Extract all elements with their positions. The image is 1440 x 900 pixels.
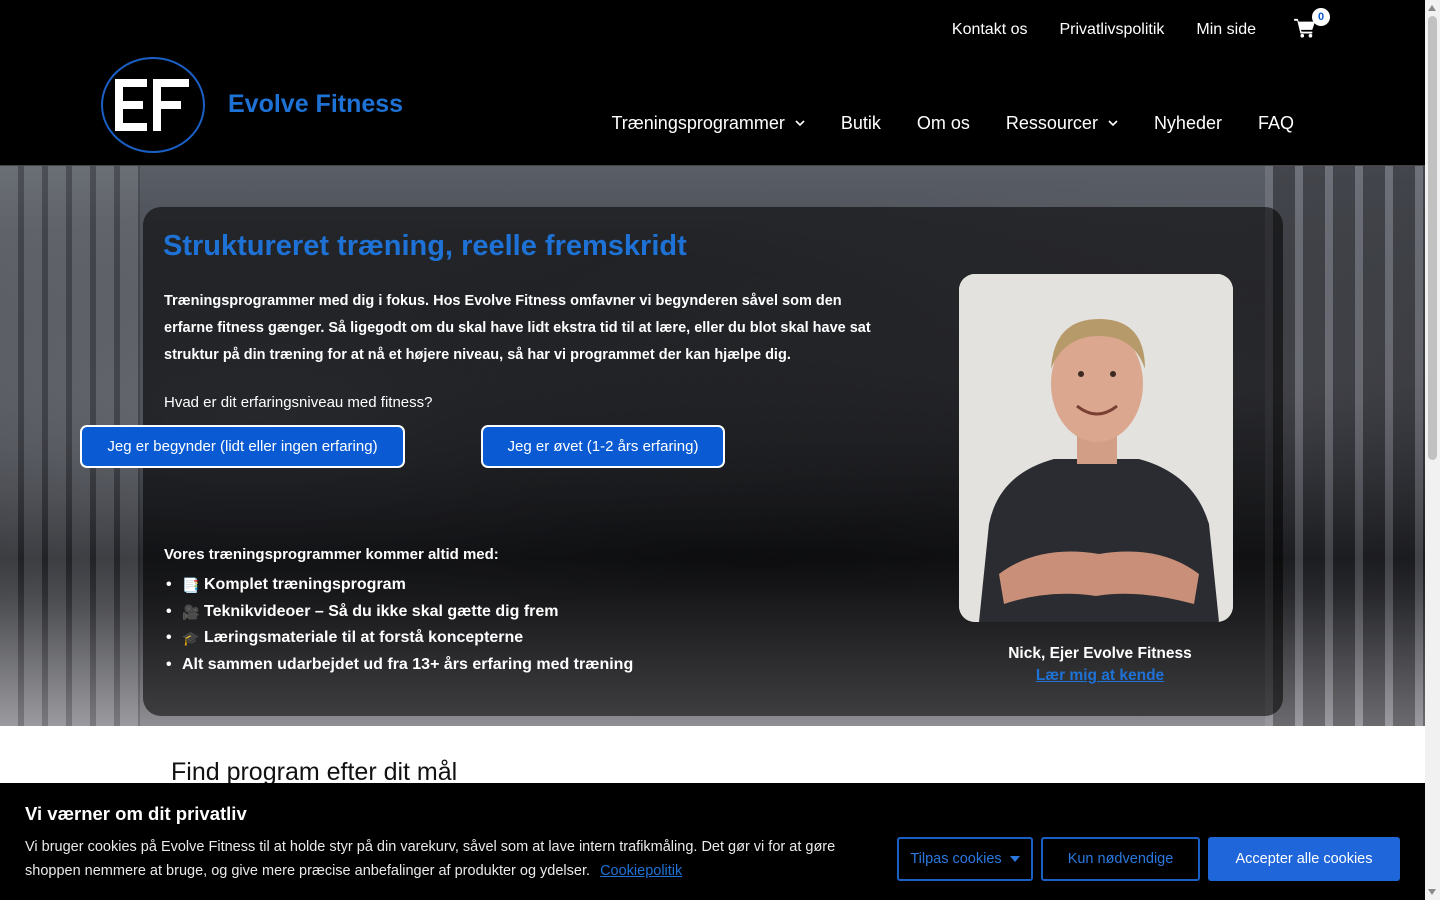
list-item: Alt sammen udarbejdet ud fra 13+ års erf… (182, 652, 633, 679)
nav-item-label: FAQ (1257, 113, 1294, 133)
feature-text: Læringsmateriale til at forstå koncepter… (204, 629, 524, 646)
top-nav-privacy[interactable]: Privatlivspolitik (1060, 21, 1165, 39)
list-item: 🎓 Læringsmateriale til at forstå koncept… (182, 625, 633, 652)
brand-name[interactable]: Evolve Fitness (228, 90, 403, 119)
hero-title: Struktureret træning, reelle fremskridt (163, 230, 687, 262)
cookie-policy-link[interactable]: Cookiepolitik (600, 863, 682, 879)
necessary-only-button[interactable]: Kun nødvendige (1041, 837, 1200, 881)
scroll-up-arrow-icon[interactable] (1428, 5, 1436, 11)
video-camera-icon: 🎥 (182, 603, 200, 620)
cart-button[interactable]: 0 (1294, 8, 1330, 42)
nav-item-news[interactable]: Nyheder (1154, 113, 1222, 134)
logo-mark (115, 79, 189, 131)
photo-caption: Nick, Ejer Evolve Fitness (1008, 645, 1192, 662)
beginner-button[interactable]: Jeg er begynder (lidt eller ingen erfari… (80, 425, 405, 468)
about-me-link[interactable]: Lær mig at kende (959, 667, 1241, 685)
list-item: 🎥 Teknikvideoer – Så du ikke skal gætte … (182, 599, 633, 626)
document-icon: 📑 (182, 577, 200, 593)
features-list: 📑 Komplet træningsprogram 🎥 Teknikvideoe… (182, 572, 633, 678)
graduation-cap-icon: 🎓 (182, 630, 200, 646)
customize-cookies-button[interactable]: Tilpas cookies (897, 837, 1033, 881)
top-nav: Kontakt os Privatlivspolitik Min side 0 (952, 8, 1330, 42)
feature-text: Teknikvideoer – Så du ikke skal gætte di… (204, 602, 559, 620)
cart-count-badge: 0 (1312, 8, 1330, 26)
nav-item-label: Ressourcer (1005, 113, 1098, 133)
nav-item-label: Træningsprogrammer (611, 113, 785, 133)
feature-text: Alt sammen udarbejdet ud fra 13+ års erf… (182, 655, 634, 673)
nav-item-resources[interactable]: Ressourcer (1006, 113, 1118, 134)
top-nav-my-page[interactable]: Min side (1196, 21, 1256, 39)
hero-intro: Træningsprogrammer med dig i fokus. Hos … (164, 293, 871, 363)
caret-down-icon (1009, 856, 1020, 862)
scroll-down-arrow-icon[interactable] (1428, 889, 1436, 895)
nav-item-about[interactable]: Om os (917, 113, 970, 134)
site-header: Kontakt os Privatlivspolitik Min side 0 … (0, 0, 1425, 166)
customize-cookies-label: Tilpas cookies (910, 851, 1002, 867)
chevron-down-icon (1108, 120, 1118, 127)
nav-item-faq[interactable]: FAQ (1258, 113, 1294, 134)
nav-item-label: Butik (840, 113, 881, 133)
nav-item-label: Om os (916, 113, 970, 133)
scroll-thumb[interactable] (1428, 16, 1437, 460)
feature-text: Komplet træningsprogram (204, 576, 406, 593)
top-nav-contact[interactable]: Kontakt os (952, 21, 1028, 39)
list-item: 📑 Komplet træningsprogram (182, 572, 633, 599)
hero-section: Struktureret træning, reelle fremskridt … (0, 166, 1425, 726)
owner-portrait-image (959, 274, 1233, 622)
nav-item-training-programs[interactable]: Træningsprogrammer (611, 113, 805, 134)
accept-all-cookies-button[interactable]: Accepter alle cookies (1208, 837, 1400, 881)
nav-item-shop[interactable]: Butik (841, 113, 881, 134)
owner-photo (959, 274, 1233, 622)
nav-item-label: Nyheder (1153, 113, 1222, 133)
chevron-down-icon (795, 120, 805, 127)
advanced-button[interactable]: Jeg er øvet (1-2 års erfaring) (481, 425, 725, 468)
logo[interactable] (101, 57, 205, 153)
cookie-title: Vi værner om dit privatliv (25, 803, 247, 824)
main-nav: Træningsprogrammer Butik Om os Ressource… (611, 113, 1294, 134)
cookie-banner: Vi værner om dit privatliv Vi bruger coo… (0, 783, 1425, 900)
features-heading: Vores træningsprogrammer kommer altid me… (164, 546, 499, 563)
cookie-body: Vi bruger cookies på Evolve Fitness til … (25, 839, 836, 879)
page-scrollbar[interactable] (1425, 0, 1440, 900)
experience-question: Hvad er dit erfaringsniveau med fitness? (164, 394, 433, 411)
cookie-text: Vi bruger cookies på Evolve Fitness til … (25, 835, 875, 883)
